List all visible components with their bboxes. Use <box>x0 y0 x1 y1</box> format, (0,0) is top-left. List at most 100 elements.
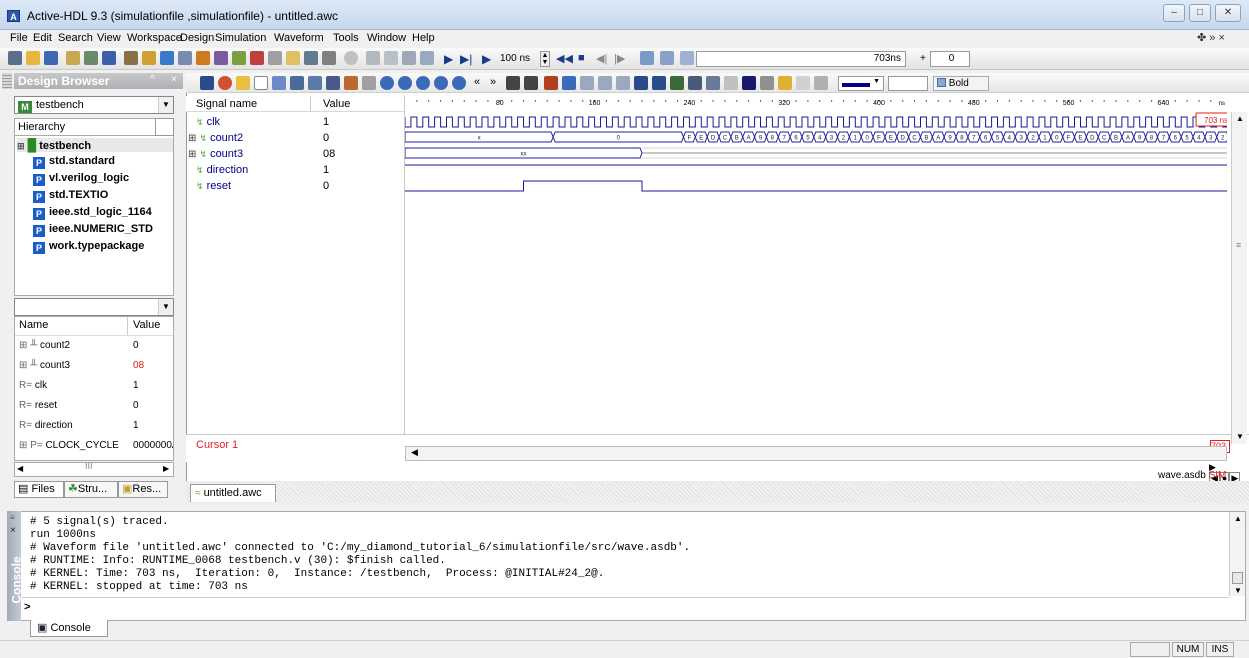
scroll-right-icon[interactable]: ▶ <box>163 464 169 473</box>
object-row[interactable]: R= direction 1 <box>15 417 173 435</box>
run-until-icon[interactable]: ▶| <box>460 52 472 66</box>
scroll-thumb[interactable] <box>1232 572 1243 584</box>
breakpoint-icon[interactable] <box>402 51 416 65</box>
bus-icon[interactable] <box>308 76 322 90</box>
measure-icon[interactable] <box>290 76 304 90</box>
object-row[interactable]: ⊞ ╨ count2 0 <box>15 337 173 355</box>
scroll-up-icon[interactable]: ▲ <box>1236 114 1244 123</box>
step-forward-icon[interactable]: |▶ <box>614 52 625 65</box>
grid-icon[interactable] <box>706 76 720 90</box>
expand-icon[interactable]: ⊞ <box>17 141 25 151</box>
close-button[interactable]: ✕ <box>1215 4 1241 22</box>
scroll-up-icon[interactable]: ▲ <box>1234 514 1242 523</box>
chevron-down-icon[interactable]: ▼ <box>158 299 173 315</box>
tab-resources[interactable]: ▣Res... <box>118 481 168 498</box>
hex-icon[interactable] <box>634 76 648 90</box>
group-icon[interactable] <box>326 76 340 90</box>
sim-time-step[interactable]: 100 ns <box>500 53 530 64</box>
stop-icon[interactable]: ■ <box>578 52 585 64</box>
menu-help[interactable]: Help <box>412 32 435 44</box>
export-icon[interactable] <box>796 76 810 90</box>
object-row[interactable]: R= clk 1 <box>15 377 173 395</box>
open-icon[interactable] <box>26 51 40 65</box>
tab-files[interactable]: ▤ Files <box>14 481 64 498</box>
tree-item-vl-verilog-logic[interactable]: Pvl.verilog_logic <box>33 171 129 186</box>
run-icon[interactable]: ▶ <box>444 52 453 66</box>
expand-icon[interactable]: ⊞ <box>188 149 196 160</box>
waveform-edit-icon[interactable] <box>640 51 654 65</box>
object-row[interactable]: R= reset 0 <box>15 397 173 415</box>
design-unit-select[interactable]: Mtestbench ▼ <box>14 96 174 114</box>
run-for-icon[interactable]: ▶ <box>482 52 491 66</box>
file-view-icon[interactable] <box>304 51 318 65</box>
line-color-select[interactable]: ▼ <box>838 76 884 91</box>
tree-item-std-textio[interactable]: Pstd.TEXTIO <box>33 188 108 203</box>
print-icon[interactable] <box>724 76 738 90</box>
menu-tools[interactable]: Tools <box>333 32 359 44</box>
add-signals-icon[interactable] <box>236 76 250 90</box>
waveform-vertical-scrollbar[interactable]: ▲ ≡ ▼ <box>1231 112 1247 444</box>
hierarchy-header-button[interactable] <box>155 118 174 136</box>
signal-row-clk[interactable]: ↯ clk 1 <box>186 115 404 131</box>
panel-pin-icon[interactable]: ^ <box>150 74 155 85</box>
tree-item-testbench[interactable]: ⊞ █ testbench <box>17 138 173 152</box>
list-view-icon[interactable] <box>670 76 684 90</box>
zoom-cursor-icon[interactable] <box>452 76 466 90</box>
random-icon[interactable] <box>616 76 630 90</box>
tree-item-std-standard[interactable]: Pstd.standard <box>33 154 115 169</box>
current-time-field[interactable]: 703ns <box>696 51 906 67</box>
zoom-fit-icon[interactable] <box>416 76 430 90</box>
compare-icon[interactable] <box>688 76 702 90</box>
find-prev-icon[interactable] <box>506 76 520 90</box>
compile-all-icon[interactable] <box>84 51 98 65</box>
zoom-range-icon[interactable] <box>434 76 448 90</box>
expand-icon[interactable]: ⊞ <box>188 133 196 144</box>
menu-simulation[interactable]: Simulation <box>215 32 266 44</box>
signal-row-count2[interactable]: ⊞ ↯ count2 0 <box>186 131 404 147</box>
zoom-out-icon[interactable] <box>398 76 412 90</box>
waveform-canvas[interactable]: 80 160 240 320 400 480 560 640 nsx 0 F E D C B A 9 8 7 6 5 4 3… <box>405 96 1227 462</box>
binary-icon[interactable] <box>652 76 666 90</box>
maximize-button[interactable]: □ <box>1189 4 1211 22</box>
tools-icon[interactable] <box>322 51 336 65</box>
objects-filter-select[interactable]: ▼ <box>14 298 174 316</box>
tree-item-ieee-numeric-std[interactable]: Pieee.NUMERIC_STD <box>33 222 153 237</box>
dbg-icon[interactable] <box>196 51 210 65</box>
printer-icon[interactable] <box>814 76 828 90</box>
color-icon[interactable] <box>742 76 756 90</box>
panel-close-icon[interactable]: × <box>171 74 177 85</box>
compile-icon[interactable] <box>66 51 80 65</box>
console-close-icon[interactable]: × <box>10 525 16 536</box>
menu-view[interactable]: View <box>97 32 121 44</box>
tab-console[interactable]: ▣ Console <box>30 620 108 637</box>
zoom-icon[interactable] <box>272 76 286 90</box>
tree-item-ieee-std-logic-1164[interactable]: Pieee.std_logic_1164 <box>33 205 152 220</box>
add-signal-icon[interactable] <box>680 51 694 65</box>
restart-icon[interactable] <box>420 51 434 65</box>
zoom-in-icon[interactable] <box>380 76 394 90</box>
scroll-down-icon[interactable]: ▼ <box>1236 432 1244 441</box>
time-offset-field[interactable]: 0 <box>930 51 970 67</box>
text-icon[interactable] <box>760 76 774 90</box>
workspace-icon[interactable] <box>8 51 22 65</box>
object-row[interactable]: ⊞ ╨ count3 08 <box>15 357 173 375</box>
find-icon[interactable] <box>178 51 192 65</box>
clock-icon[interactable] <box>580 76 594 90</box>
panel-grip-icon[interactable]: ≡ <box>10 513 15 522</box>
tab-structure[interactable]: ☘Stru... <box>64 481 118 498</box>
server-farm-icon[interactable] <box>214 51 228 65</box>
table-icon[interactable] <box>102 51 116 65</box>
scroll-grip-icon[interactable]: III <box>85 461 93 471</box>
menu-waveform[interactable]: Waveform <box>274 32 324 44</box>
waveform-horizontal-scrollbar[interactable]: ◀ <box>405 446 1227 461</box>
signal-row-reset[interactable]: ↯ reset 0 <box>186 179 404 195</box>
list-icon[interactable] <box>660 51 674 65</box>
signal-row-direction[interactable]: ↯ direction 1 <box>186 163 404 179</box>
rewind-icon[interactable]: ◀◀ <box>556 52 573 65</box>
menu-overflow-buttons[interactable]: ✤ » × <box>1197 31 1225 44</box>
next-edge-icon[interactable]: » <box>490 76 496 88</box>
select-icon[interactable] <box>254 76 268 90</box>
scroll-left-icon[interactable]: ◀ <box>411 447 418 458</box>
signal-row-count3[interactable]: ⊞ ↯ count3 08 <box>186 147 404 163</box>
bold-toggle[interactable]: Bold <box>933 76 989 91</box>
